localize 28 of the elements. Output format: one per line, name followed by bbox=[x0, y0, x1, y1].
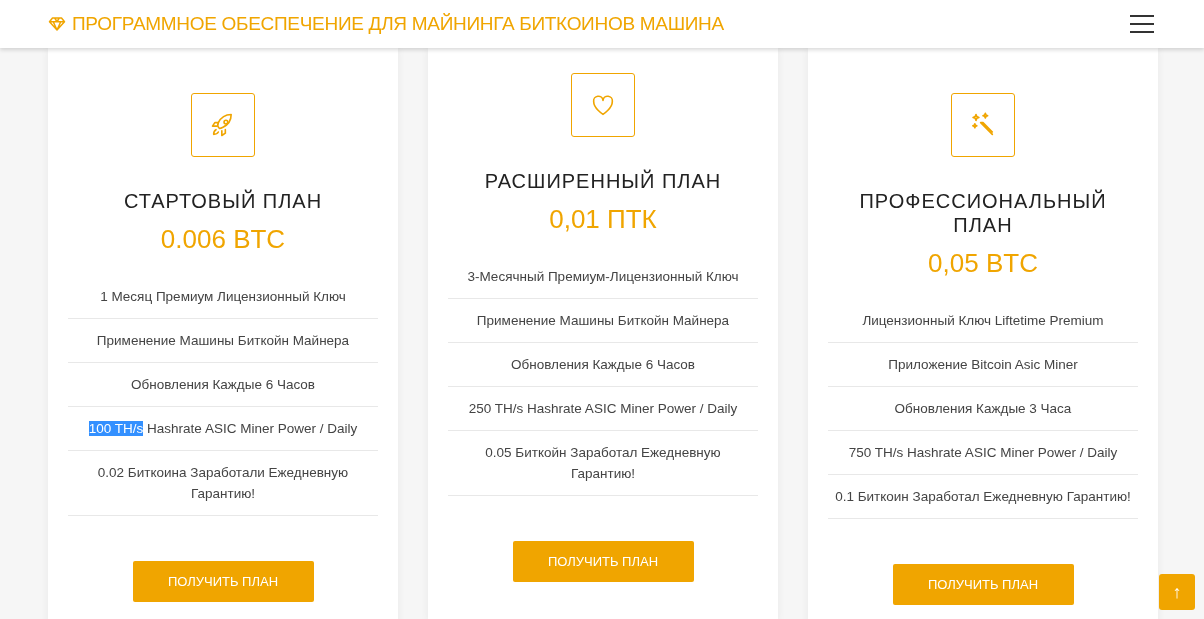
feature-text: Лицензионный Ключ Liftetime Premium bbox=[861, 312, 1105, 330]
plan-title: ПРОФЕССИОНАЛЬНЫЙ ПЛАН bbox=[858, 189, 1108, 237]
plan-title: СТАРТОВЫЙ ПЛАН bbox=[123, 189, 323, 213]
feature-text: Обновления Каждые 6 Часов bbox=[509, 356, 697, 374]
get-plan-button[interactable]: ПОЛУЧИТЬ ПЛАН bbox=[892, 564, 1074, 605]
feature-text: Обновления Каждые 3 Часа bbox=[893, 400, 1073, 418]
diamond-icon bbox=[48, 16, 66, 32]
scroll-to-top-button[interactable]: ↑ bbox=[1159, 574, 1195, 610]
feature-text: Применение Машины Биткойн Майнера bbox=[95, 332, 351, 350]
feature-text: 1 Месяц Премиум Лицензионный Ключ bbox=[99, 288, 347, 306]
feature-text: 750 TH/s Hashrate ASIC Miner Power / Daily bbox=[847, 444, 1119, 462]
feature-text: 3-Месячный Премиум-Лицензионный Ключ bbox=[466, 268, 740, 286]
feature-text: 0.02 Биткоина Заработали Ежедневную Гарантию! bbox=[96, 464, 350, 503]
plan-price: 0,05 BTC bbox=[928, 247, 1038, 279]
plan-price: 0.006 BTC bbox=[160, 223, 286, 255]
feature-text: 0.1 Биткоин Заработал Ежедневную Гарантию! bbox=[834, 488, 1132, 506]
plan-price: 0,01 ПТК bbox=[549, 203, 657, 235]
feature-text: 100 TH/s Hashrate ASIC Miner Power / Daily bbox=[87, 420, 359, 438]
get-plan-button[interactable]: ПОЛУЧИТЬ ПЛАН bbox=[512, 541, 694, 582]
feature-text: 250 TH/s Hashrate ASIC Miner Power / Daily bbox=[467, 400, 739, 418]
menu-icon[interactable] bbox=[1130, 15, 1154, 33]
feature-text: Обновления Каждые 6 Часов bbox=[129, 376, 317, 394]
feature-text: Применение Машины Биткойн Майнера bbox=[475, 312, 731, 330]
site-title[interactable]: ПРОГРАММНОЕ ОБЕСПЕЧЕНИЕ ДЛЯ МАЙНИНГА БИТКОИНОВ МАШИНА bbox=[72, 9, 724, 39]
feature-text: 0.05 Биткойн Заработал Ежедневную Гарантию! bbox=[484, 444, 722, 483]
feature-text: Приложение Bitcoin Asic Miner bbox=[887, 356, 1079, 374]
get-plan-button[interactable]: ПОЛУЧИТЬ ПЛАН bbox=[132, 561, 314, 602]
plan-title: РАСШИРЕННЫЙ ПЛАН bbox=[484, 169, 722, 193]
